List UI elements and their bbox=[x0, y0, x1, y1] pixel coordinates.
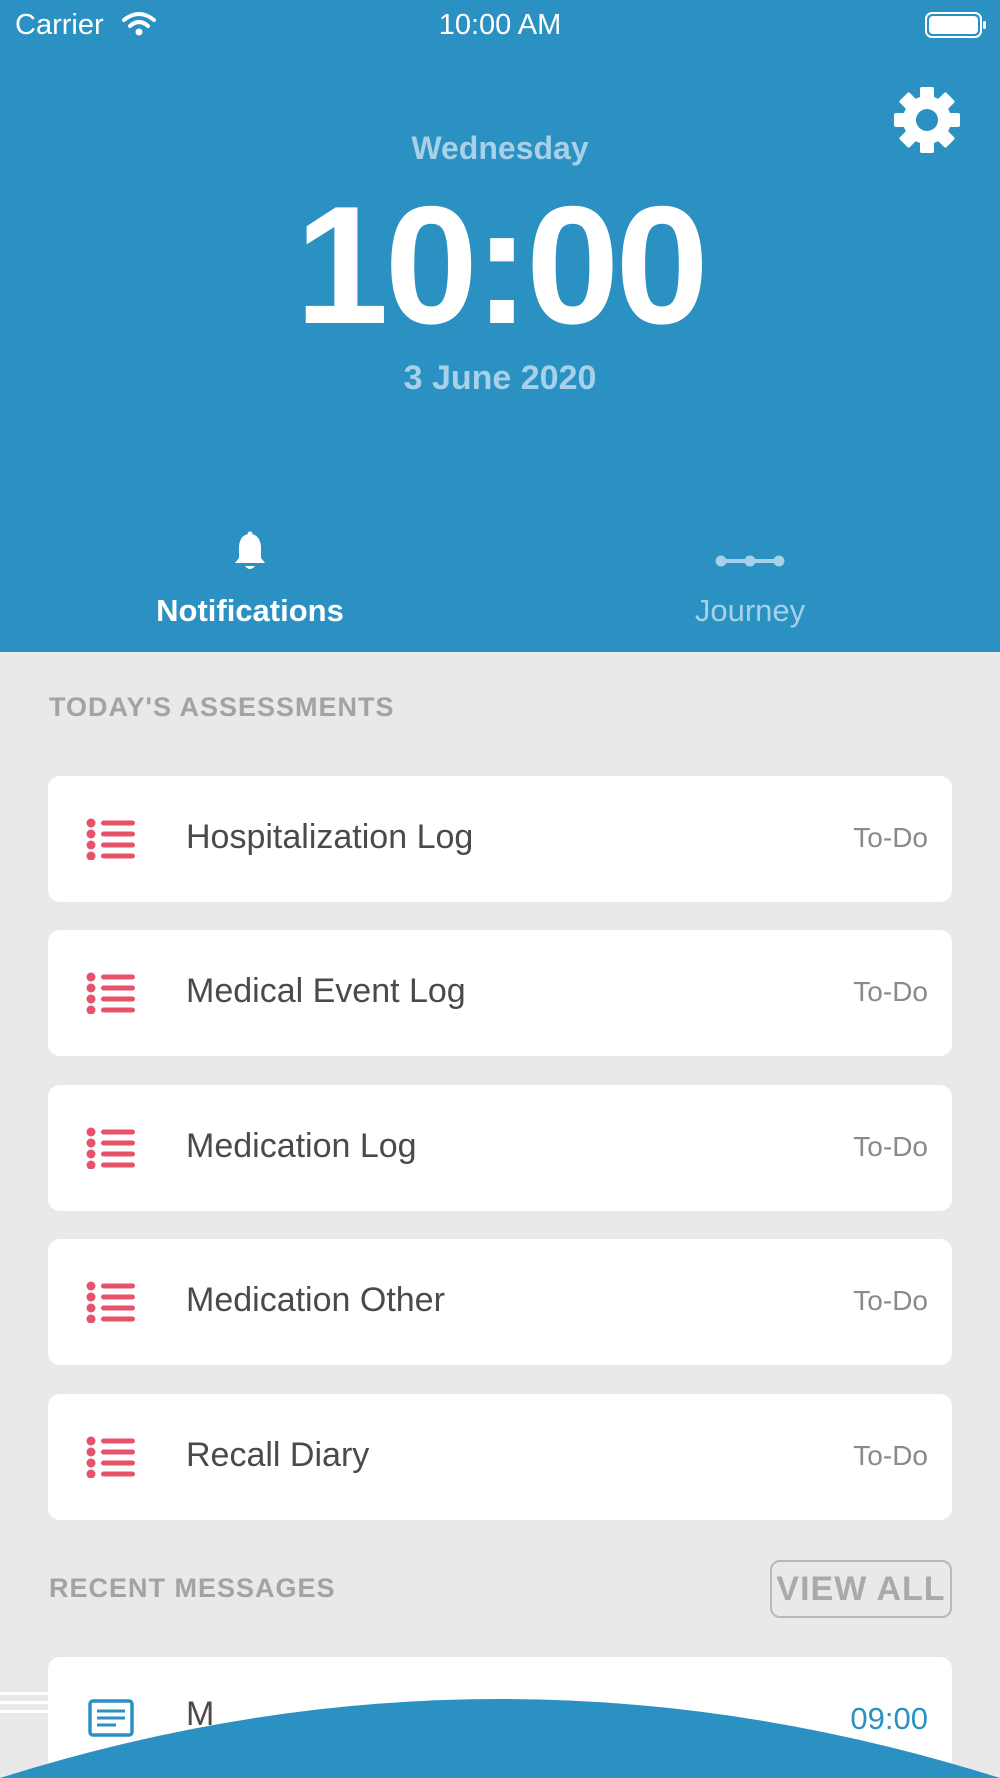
clock-display: 10:00 bbox=[295, 171, 709, 359]
journey-icon bbox=[715, 555, 785, 567]
assessment-title: Hospitalization Log bbox=[186, 818, 474, 856]
assessments-section-title: TODAY'S ASSESSMENTS bbox=[49, 692, 395, 722]
view-all-button[interactable]: VIEW ALL bbox=[770, 1560, 952, 1618]
list-icon bbox=[86, 1281, 135, 1323]
assessment-card-hospitalization-log[interactable]: Hospitalization Log To-Do bbox=[48, 776, 952, 902]
assessment-status: To-Do bbox=[853, 1285, 928, 1316]
assessment-card-medical-event-log[interactable]: Medical Event Log To-Do bbox=[48, 930, 952, 1056]
status-time: 10:00 AM bbox=[438, 9, 562, 41]
list-icon bbox=[86, 972, 135, 1014]
assessment-title: Medication Log bbox=[186, 1127, 417, 1165]
battery-icon bbox=[925, 12, 986, 38]
assessment-title: Medication Other bbox=[186, 1281, 445, 1319]
tab-journey-label: Journey bbox=[694, 593, 806, 628]
date-label: 3 June 2020 bbox=[403, 359, 597, 397]
assessment-status: To-Do bbox=[853, 976, 928, 1007]
list-icon bbox=[86, 818, 135, 860]
bottom-bar bbox=[0, 1690, 1000, 1778]
status-bar: Carrier 10:00 AM bbox=[0, 0, 1000, 50]
assessment-title: Recall Diary bbox=[186, 1436, 370, 1474]
assessment-card-medication-log[interactable]: Medication Log To-Do bbox=[48, 1085, 952, 1211]
bell-icon bbox=[235, 531, 265, 569]
tab-notifications-label: Notifications bbox=[156, 593, 344, 628]
assessment-card-medication-other[interactable]: Medication Other To-Do bbox=[48, 1239, 952, 1365]
weekday-label: Wednesday bbox=[411, 130, 589, 166]
list-icon bbox=[86, 1436, 135, 1478]
assessment-title: Medical Event Log bbox=[186, 972, 466, 1010]
tab-notifications[interactable]: Notifications bbox=[0, 525, 500, 628]
messages-section-title: RECENT MESSAGES bbox=[49, 1573, 336, 1603]
assessment-status: To-Do bbox=[853, 822, 928, 853]
assessment-status: To-Do bbox=[853, 1131, 928, 1162]
header-panel: Carrier 10:00 AM Wednesday 10:00 3 June … bbox=[0, 0, 1000, 652]
assessment-status: To-Do bbox=[853, 1440, 928, 1471]
bottom-bar-curve bbox=[0, 1699, 1000, 1778]
list-icon bbox=[86, 1127, 135, 1169]
assessment-card-recall-diary[interactable]: Recall Diary To-Do bbox=[48, 1394, 952, 1520]
menu-icon[interactable] bbox=[0, 1690, 48, 1716]
tab-journey[interactable]: Journey bbox=[500, 525, 1000, 628]
